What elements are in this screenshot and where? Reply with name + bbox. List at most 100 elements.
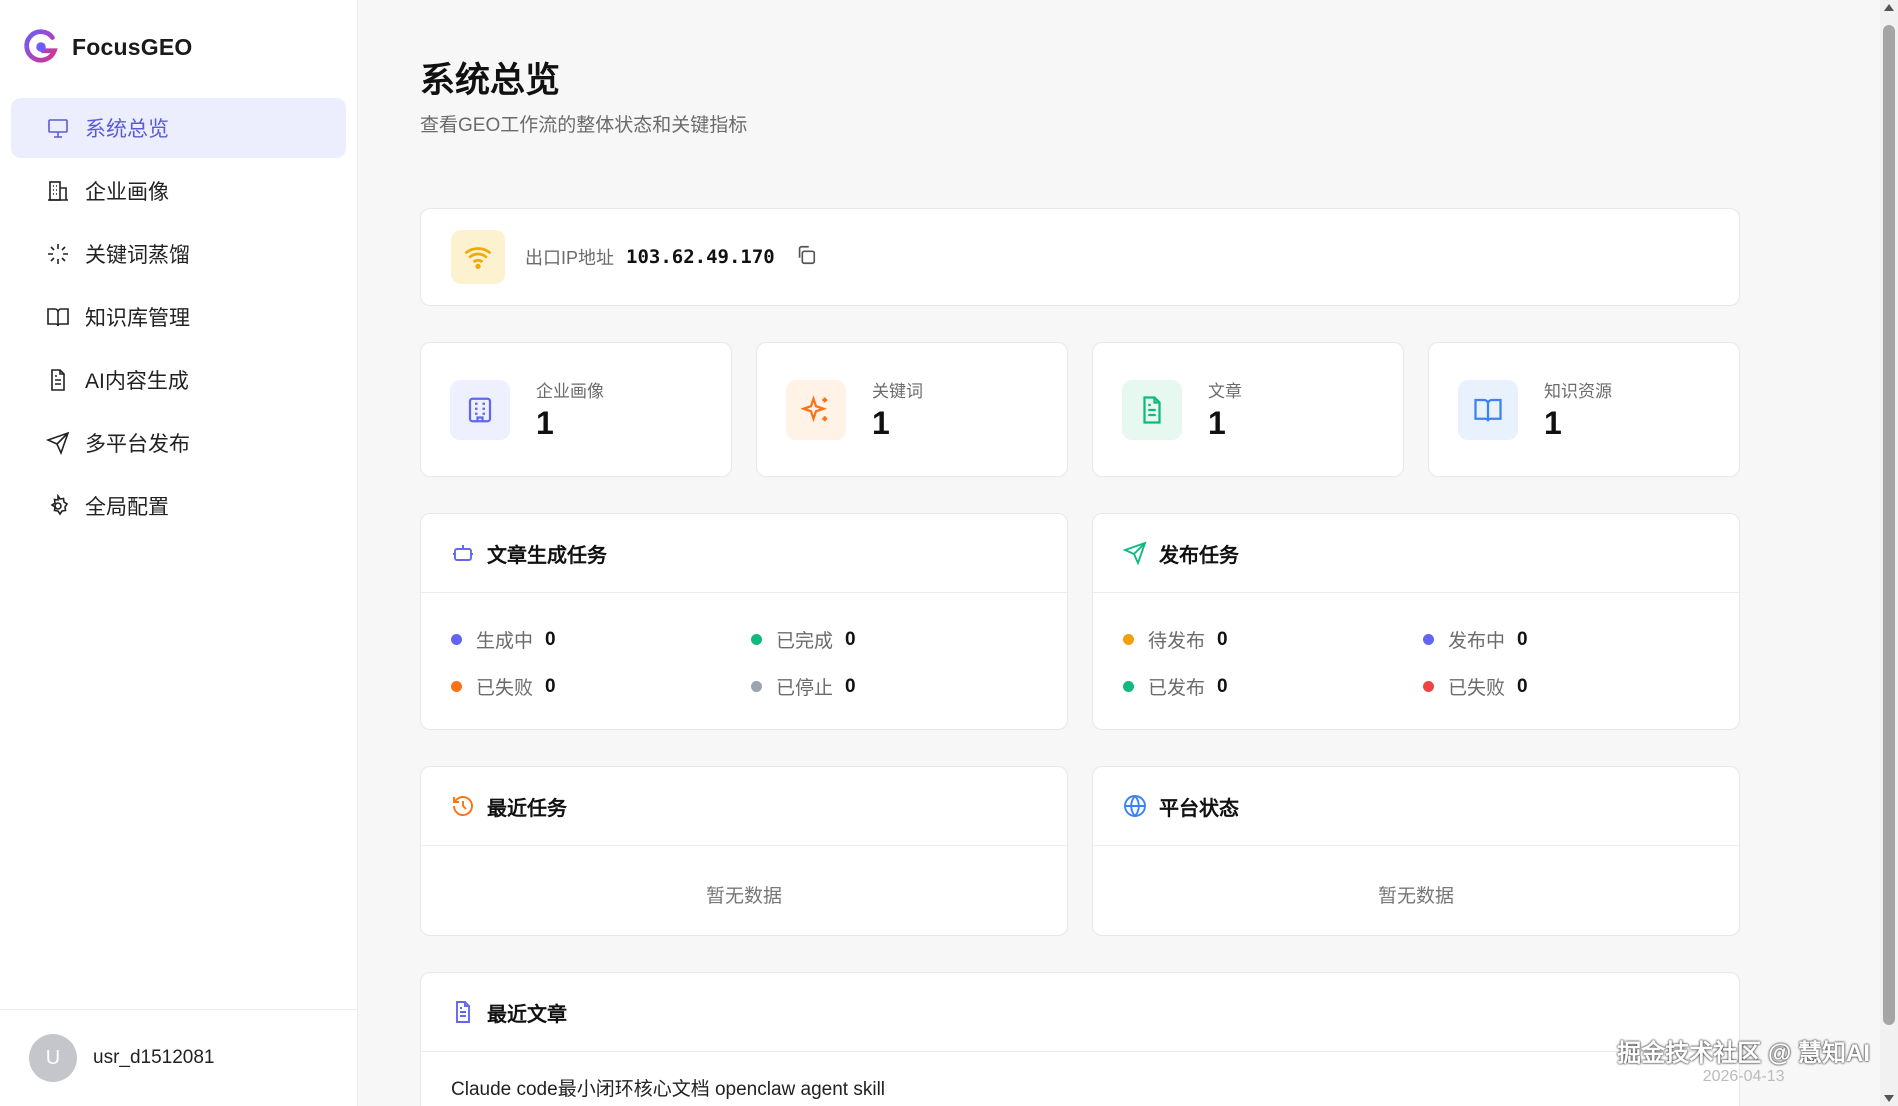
sparkle-loader-icon <box>45 241 71 267</box>
status-dot <box>751 681 762 692</box>
stat-label: 关键词 <box>872 382 923 401</box>
scroll-down-icon[interactable] <box>1884 1095 1894 1102</box>
ip-value: 103.62.49.170 <box>626 246 775 268</box>
status-dot <box>1123 634 1134 645</box>
main-content: 系统总览 查看GEO工作流的整体状态和关键指标 出口IP地址 103.62.49… <box>420 0 1740 1106</box>
status-published: 已发布 0 <box>1123 673 1423 700</box>
panel-header: 最近任务 <box>421 767 1067 846</box>
ip-label: 出口IP地址 <box>525 248 615 268</box>
generation-tasks-panel: 文章生成任务 生成中 0 已完成 0 已失败 0 已停止 0 <box>420 513 1068 730</box>
avatar: U <box>29 1034 77 1082</box>
page-subtitle: 查看GEO工作流的整体状态和关键指标 <box>420 115 748 136</box>
page-title: 系统总览 <box>420 61 561 100</box>
sidebar-item-label: 知识库管理 <box>85 307 190 330</box>
stat-value: 1 <box>1544 405 1562 441</box>
globe-icon <box>1124 795 1146 817</box>
status-label: 发布中 <box>1448 631 1506 652</box>
recent-articles-panel: 最近文章 Claude code最小闭环核心文档 openclaw agent … <box>420 972 1740 1106</box>
status-publishing: 发布中 0 <box>1423 626 1723 653</box>
sidebar-item-multi-publish[interactable]: 多平台发布 <box>11 413 346 473</box>
wifi-icon <box>451 230 505 284</box>
focusgeo-logo-icon <box>24 29 58 63</box>
user-menu[interactable]: U usr_d1512081 <box>0 1009 358 1106</box>
scroll-up-icon[interactable] <box>1884 4 1894 11</box>
stat-label: 文章 <box>1208 382 1242 401</box>
status-count: 0 <box>845 675 856 697</box>
status-label: 已失败 <box>1448 678 1506 699</box>
stat-card-articles[interactable]: 文章 1 <box>1092 342 1404 477</box>
sidebar-item-ai-content[interactable]: AI内容生成 <box>11 350 346 410</box>
status-dot <box>1423 681 1434 692</box>
status-count: 0 <box>1217 675 1228 697</box>
copy-icon[interactable] <box>795 244 817 271</box>
empty-state: 暂无数据 <box>1377 886 1454 907</box>
document-icon <box>456 1001 470 1023</box>
sidebar-item-label: 系统总览 <box>85 118 169 141</box>
ip-card: 出口IP地址 103.62.49.170 <box>420 208 1740 306</box>
document-icon <box>1122 380 1182 440</box>
book-icon <box>45 304 71 330</box>
stat-card-knowledge[interactable]: 知识资源 1 <box>1428 342 1740 477</box>
panel-title: 最近任务 <box>487 797 567 820</box>
status-count: 0 <box>545 675 556 697</box>
panel-title: 最近文章 <box>487 1003 567 1026</box>
article-list-item[interactable]: Claude code最小闭环核心文档 openclaw agent skill <box>421 1052 1739 1106</box>
brand[interactable]: FocusGEO <box>22 28 192 66</box>
panel-header: 文章生成任务 <box>421 514 1067 593</box>
status-stopped: 已停止 0 <box>751 673 1051 700</box>
status-dot <box>451 681 462 692</box>
panel-title: 文章生成任务 <box>487 544 607 567</box>
stat-value: 1 <box>1208 405 1226 441</box>
status-grid: 生成中 0 已完成 0 已失败 0 已停止 0 <box>451 616 1051 710</box>
scrollbar-thumb[interactable] <box>1883 25 1895 1025</box>
panel-title: 平台状态 <box>1159 797 1239 820</box>
status-count: 0 <box>545 628 556 650</box>
sidebar-item-overview[interactable]: 系统总览 <box>11 98 346 158</box>
username: usr_d1512081 <box>93 1047 215 1068</box>
gear-icon <box>45 493 71 519</box>
platform-status-panel: 平台状态 暂无数据 <box>1092 766 1740 936</box>
status-label: 已完成 <box>776 631 834 652</box>
sidebar-item-keyword-distill[interactable]: 关键词蒸馏 <box>11 224 346 284</box>
status-dot <box>451 634 462 645</box>
status-pending: 待发布 0 <box>1123 626 1423 653</box>
stat-label: 知识资源 <box>1544 382 1612 401</box>
status-grid: 待发布 0 发布中 0 已发布 0 已失败 0 <box>1123 616 1723 710</box>
panel-header: 平台状态 <box>1093 767 1739 846</box>
sidebar-nav: 系统总览 企业画像 关键词蒸馏 知识库管理 AI内容生成 多平台发布 全局配置 <box>11 98 346 539</box>
empty-state: 暂无数据 <box>705 886 782 907</box>
watermark: 掘金技术社区 @ 慧知AI 2026-04-13 <box>1617 1033 1870 1086</box>
status-count: 0 <box>1217 628 1228 650</box>
status-label: 已停止 <box>776 678 834 699</box>
panel-title: 发布任务 <box>1159 544 1239 567</box>
robot-icon <box>453 545 473 561</box>
sidebar-item-global-config[interactable]: 全局配置 <box>11 476 346 536</box>
status-label: 生成中 <box>476 631 534 652</box>
sidebar-item-company-profile[interactable]: 企业画像 <box>11 161 346 221</box>
watermark-date: 2026-04-13 <box>1702 1068 1785 1085</box>
stat-card-keywords[interactable]: 关键词 1 <box>756 342 1068 477</box>
book-icon <box>1458 380 1518 440</box>
stat-label: 企业画像 <box>536 382 604 401</box>
send-icon <box>45 430 71 456</box>
status-label: 待发布 <box>1148 631 1206 652</box>
recent-tasks-panel: 最近任务 暂无数据 <box>420 766 1068 936</box>
status-generating: 生成中 0 <box>451 626 751 653</box>
status-dot <box>1423 634 1434 645</box>
document-icon <box>45 367 71 393</box>
sidebar-item-label: AI内容生成 <box>85 370 189 393</box>
scrollbar[interactable] <box>1880 0 1898 1106</box>
sparkles-icon <box>786 380 846 440</box>
sidebar-item-knowledge-base[interactable]: 知识库管理 <box>11 287 346 347</box>
stat-card-company-profile[interactable]: 企业画像 1 <box>420 342 732 477</box>
building-icon <box>450 380 510 440</box>
status-count: 0 <box>1517 628 1528 650</box>
brand-name: FocusGEO <box>72 33 193 60</box>
status-label: 已失败 <box>476 678 534 699</box>
status-label: 已发布 <box>1148 678 1206 699</box>
history-icon <box>453 796 473 816</box>
building-icon <box>45 178 71 204</box>
panel-header: 最近文章 <box>421 973 1739 1052</box>
status-dot <box>751 634 762 645</box>
presentation-icon <box>45 115 71 141</box>
